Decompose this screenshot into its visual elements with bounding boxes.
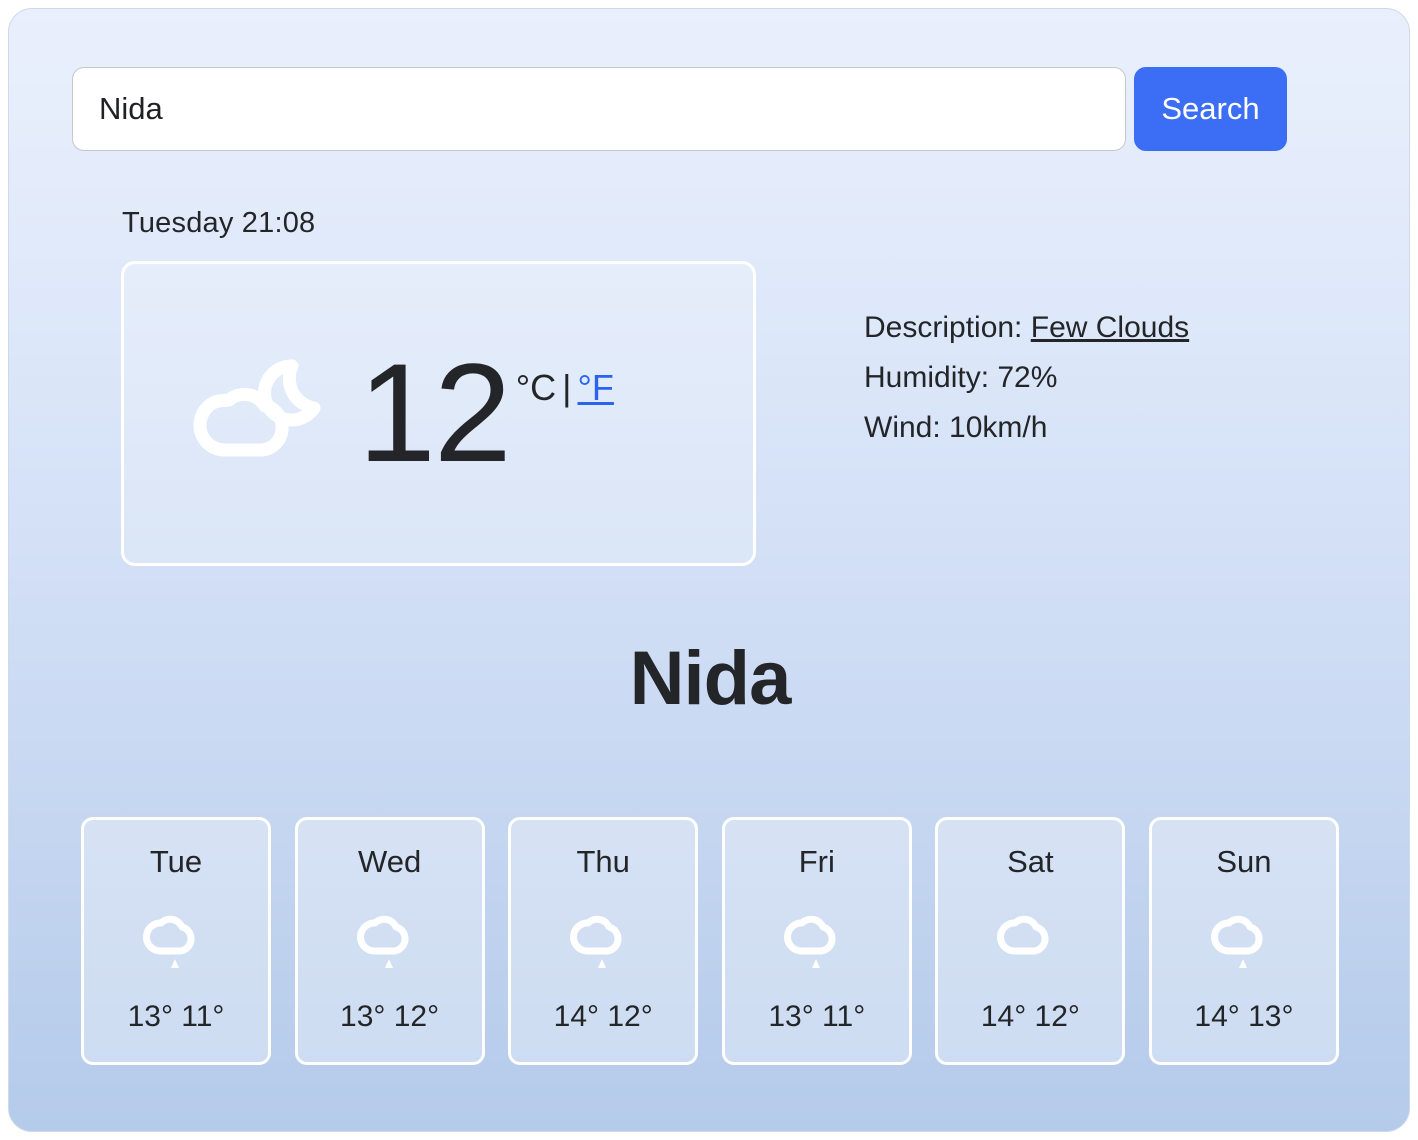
temperature-value: 12 [358, 334, 512, 492]
weather-details: Description: Few Clouds Humidity: 72% Wi… [864, 303, 1189, 453]
cloud-icon [997, 915, 1049, 955]
forecast-temps: 14° 12° [553, 1000, 653, 1033]
humidity-row: Humidity: 72% [864, 353, 1189, 403]
search-button[interactable]: Search [1134, 67, 1287, 151]
humidity-label: Humidity: [864, 361, 990, 394]
wind-label: Wind: [864, 411, 941, 444]
forecast-day: Thu [576, 844, 630, 879]
rain-cloud-icon [570, 915, 622, 968]
description-row: Description: Few Clouds [864, 303, 1189, 353]
rain-cloud-icon [783, 915, 836, 968]
weather-app-frame: Search Tuesday 21:08 12 °C|°F Descriptio… [8, 8, 1410, 1132]
unit-toggle: °C | °F [516, 367, 614, 409]
unit-celsius[interactable]: °C [516, 367, 556, 408]
wind-value: 10km/h [949, 411, 1048, 444]
forecast-card[interactable]: Fri 13° 11° [721, 817, 912, 1065]
forecast-card[interactable]: Sat 14° 12° [935, 817, 1126, 1065]
forecast-card[interactable]: Thu 14° 12° [508, 817, 699, 1065]
forecast-temps: 13° 12° [340, 1000, 440, 1033]
forecast-temps: 13° 11° [768, 1000, 866, 1033]
forecast-temps: 13° 11° [127, 1000, 225, 1033]
forecast-day: Sat [1007, 844, 1054, 879]
current-weather-card: 12 °C | °F [121, 261, 756, 566]
description-label: Description: [864, 311, 1023, 344]
forecast-card[interactable]: Tue 13° 11° [81, 817, 271, 1065]
forecast-temps: 14° 13° [1194, 1000, 1294, 1033]
temperature-block: 12 °C | °F [358, 334, 614, 492]
rain-cloud-icon [143, 915, 195, 968]
search-input[interactable] [72, 67, 1126, 151]
city-name: Nida [629, 636, 792, 721]
search-bar: Search [72, 67, 1287, 163]
rain-cloud-icon [1210, 915, 1263, 968]
forecast-day: Tue [149, 844, 203, 879]
few-clouds-night-icon [193, 358, 321, 456]
forecast-day: Wed [358, 844, 422, 879]
forecast-day: Fri [798, 844, 835, 879]
forecast-card[interactable]: Sun 14° 13° [1148, 817, 1339, 1065]
unit-separator: | [562, 367, 572, 409]
wind-row: Wind: 10km/h [864, 403, 1189, 453]
rain-cloud-icon [356, 915, 409, 968]
forecast-list: Tue 13° 11° Wed 13° 12° Thu 14° 12° Fri … [81, 817, 1339, 1065]
current-datetime: Tuesday 21:08 [122, 207, 316, 239]
forecast-temps: 14° 12° [980, 1000, 1080, 1033]
description-value: Few Clouds [1030, 311, 1190, 344]
unit-fahrenheit-link[interactable]: °F [578, 367, 614, 408]
humidity-value: 72% [997, 361, 1058, 394]
forecast-card[interactable]: Wed 13° 12° [294, 817, 485, 1065]
forecast-day: Sun [1216, 844, 1272, 879]
